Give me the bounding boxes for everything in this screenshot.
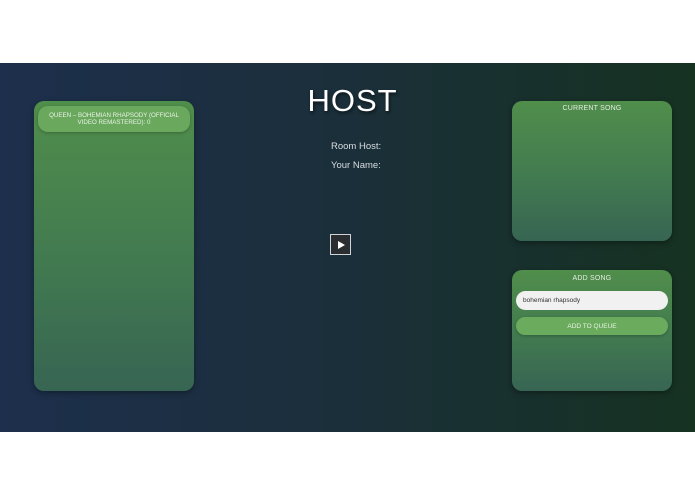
- queue-panel: QUEEN – BOHEMIAN RHAPSODY (OFFICIAL VIDE…: [34, 101, 194, 391]
- song-search-input[interactable]: [516, 291, 668, 310]
- page-title: HOST: [307, 83, 398, 118]
- queue-item[interactable]: QUEEN – BOHEMIAN RHAPSODY (OFFICIAL VIDE…: [38, 106, 190, 132]
- play-icon: [337, 240, 345, 249]
- queue-item-label: QUEEN – BOHEMIAN RHAPSODY (OFFICIAL VIDE…: [49, 111, 179, 127]
- current-song-panel: CURRENT SONG: [512, 101, 672, 241]
- play-button[interactable]: [330, 234, 351, 255]
- your-name-label: Your Name:: [331, 160, 381, 171]
- host-page: QUEEN – BOHEMIAN RHAPSODY (OFFICIAL VIDE…: [0, 63, 695, 432]
- add-to-queue-button[interactable]: ADD TO QUEUE: [516, 317, 668, 335]
- add-song-heading: ADD SONG: [572, 275, 612, 282]
- room-host-label: Room Host:: [331, 141, 382, 152]
- add-song-panel: ADD SONG ADD TO QUEUE: [512, 270, 672, 391]
- current-song-heading: CURRENT SONG: [562, 105, 622, 112]
